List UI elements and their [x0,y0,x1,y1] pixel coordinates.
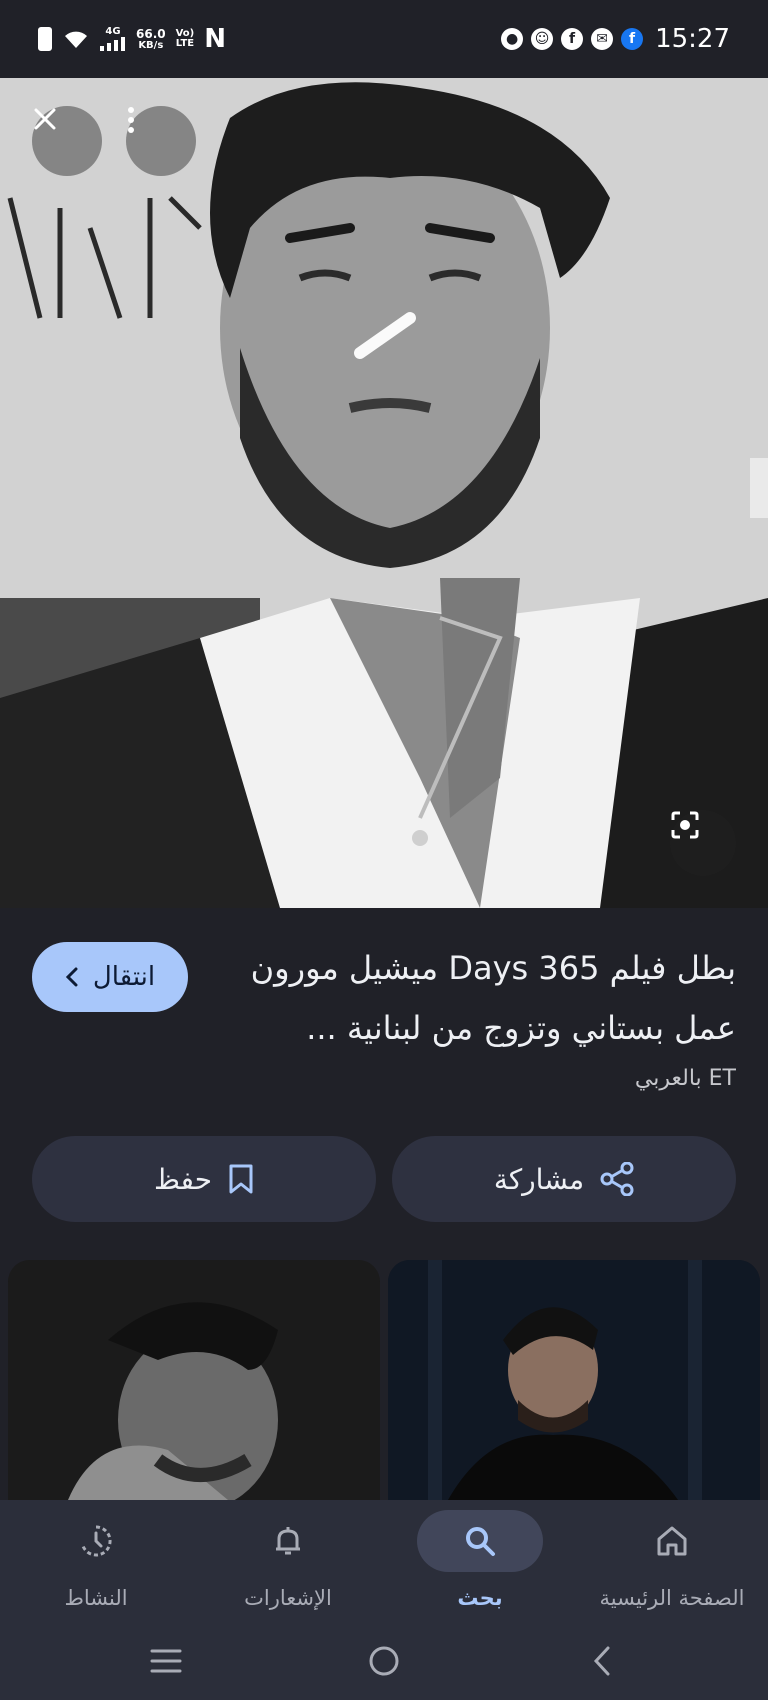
related-image[interactable] [8,1260,380,1500]
chevron-left-icon [65,967,78,987]
result-info: بطل فيلم Days 365 ميشيل مورون عمل بستاني… [0,908,768,1108]
system-navigation [0,1622,768,1700]
nav-activity-icon-wrap [33,1510,159,1572]
nav-home[interactable]: الصفحة الرئيسية [576,1500,768,1622]
chat-bubble-icon: ● [501,28,524,50]
visit-label: انتقال [92,962,156,992]
activity-icon [81,1525,112,1557]
save-button[interactable]: حفظ [32,1136,376,1222]
bottom-navigation: الصفحة الرئيسية بحث الإشعارات النشاط [0,1500,768,1622]
status-left: 4G 66.0 KB/s Vo) LTE N [38,24,226,54]
chevron-left-icon [593,1646,610,1676]
nav-search[interactable]: بحث [384,1500,576,1622]
status-bar: 4G 66.0 KB/s Vo) LTE N ● ☺ f ✉ f 15:27 [0,0,768,78]
close-icon [34,108,56,130]
related-images [8,1260,760,1500]
close-button[interactable] [32,106,102,176]
nfc-icon: N [204,24,227,54]
lens-search-button[interactable] [670,810,736,876]
nav-activity-label: النشاط [64,1586,128,1610]
recents-button[interactable] [136,1636,196,1686]
portrait-illustration [0,78,768,908]
speed-indicator: 66.0 KB/s [136,26,166,51]
result-source: ET بالعربي [634,1066,736,1091]
home-icon [657,1526,687,1556]
related-image-illustration [8,1260,380,1500]
image-viewer-screen: 4G 66.0 KB/s Vo) LTE N ● ☺ f ✉ f 15:27 ب… [0,0,768,1700]
nav-notifications[interactable]: الإشعارات [192,1500,384,1622]
wifi-icon [65,31,87,48]
nav-notifications-label: الإشعارات [244,1586,332,1610]
speed-value: 66.0 [136,26,166,41]
result-title[interactable]: بطل فيلم Days 365 ميشيل مورون عمل بستاني… [206,938,736,1058]
battery-icon [38,27,52,51]
action-buttons: مشاركة حفظ [32,1136,736,1222]
share-icon [600,1162,634,1196]
facebook-icon: f [561,28,584,50]
nav-notifications-icon-wrap [225,1510,351,1572]
more-options-button[interactable] [126,106,196,176]
bell-icon [276,1527,300,1555]
facebook-icon: f [621,28,644,50]
status-right: ● ☺ f ✉ f 15:27 [501,24,730,54]
nav-search-label: بحث [457,1586,503,1610]
clock: 15:27 [655,24,730,54]
messenger-icon: ✉ [591,28,614,50]
share-label: مشاركة [493,1162,585,1196]
nav-search-icon-wrap [417,1510,543,1572]
bookmark-icon [229,1164,253,1194]
nav-home-icon-wrap [609,1510,735,1572]
network-type: 4G [105,26,121,37]
lens-icon [671,811,699,839]
home-button[interactable] [354,1636,414,1686]
circle-icon [369,1646,399,1676]
speed-unit: KB/s [138,39,164,51]
related-image-illustration [388,1260,760,1500]
snapchat-icon: ☺ [531,28,554,50]
more-vert-icon [128,107,134,133]
volte-bottom: LTE [175,38,195,49]
save-label: حفظ [153,1162,213,1196]
share-button[interactable]: مشاركة [392,1136,736,1222]
related-image[interactable] [388,1260,760,1500]
main-image[interactable] [0,78,768,908]
back-button[interactable] [572,1636,632,1686]
nav-activity[interactable]: النشاط [0,1500,192,1622]
menu-icon [150,1649,182,1673]
nav-home-label: الصفحة الرئيسية [599,1586,745,1610]
network-indicator: 4G [100,27,126,51]
volte-indicator: Vo) LTE [176,29,195,49]
visit-button[interactable]: انتقال [32,942,188,1012]
signal-icon [100,37,125,51]
search-icon [466,1527,495,1556]
